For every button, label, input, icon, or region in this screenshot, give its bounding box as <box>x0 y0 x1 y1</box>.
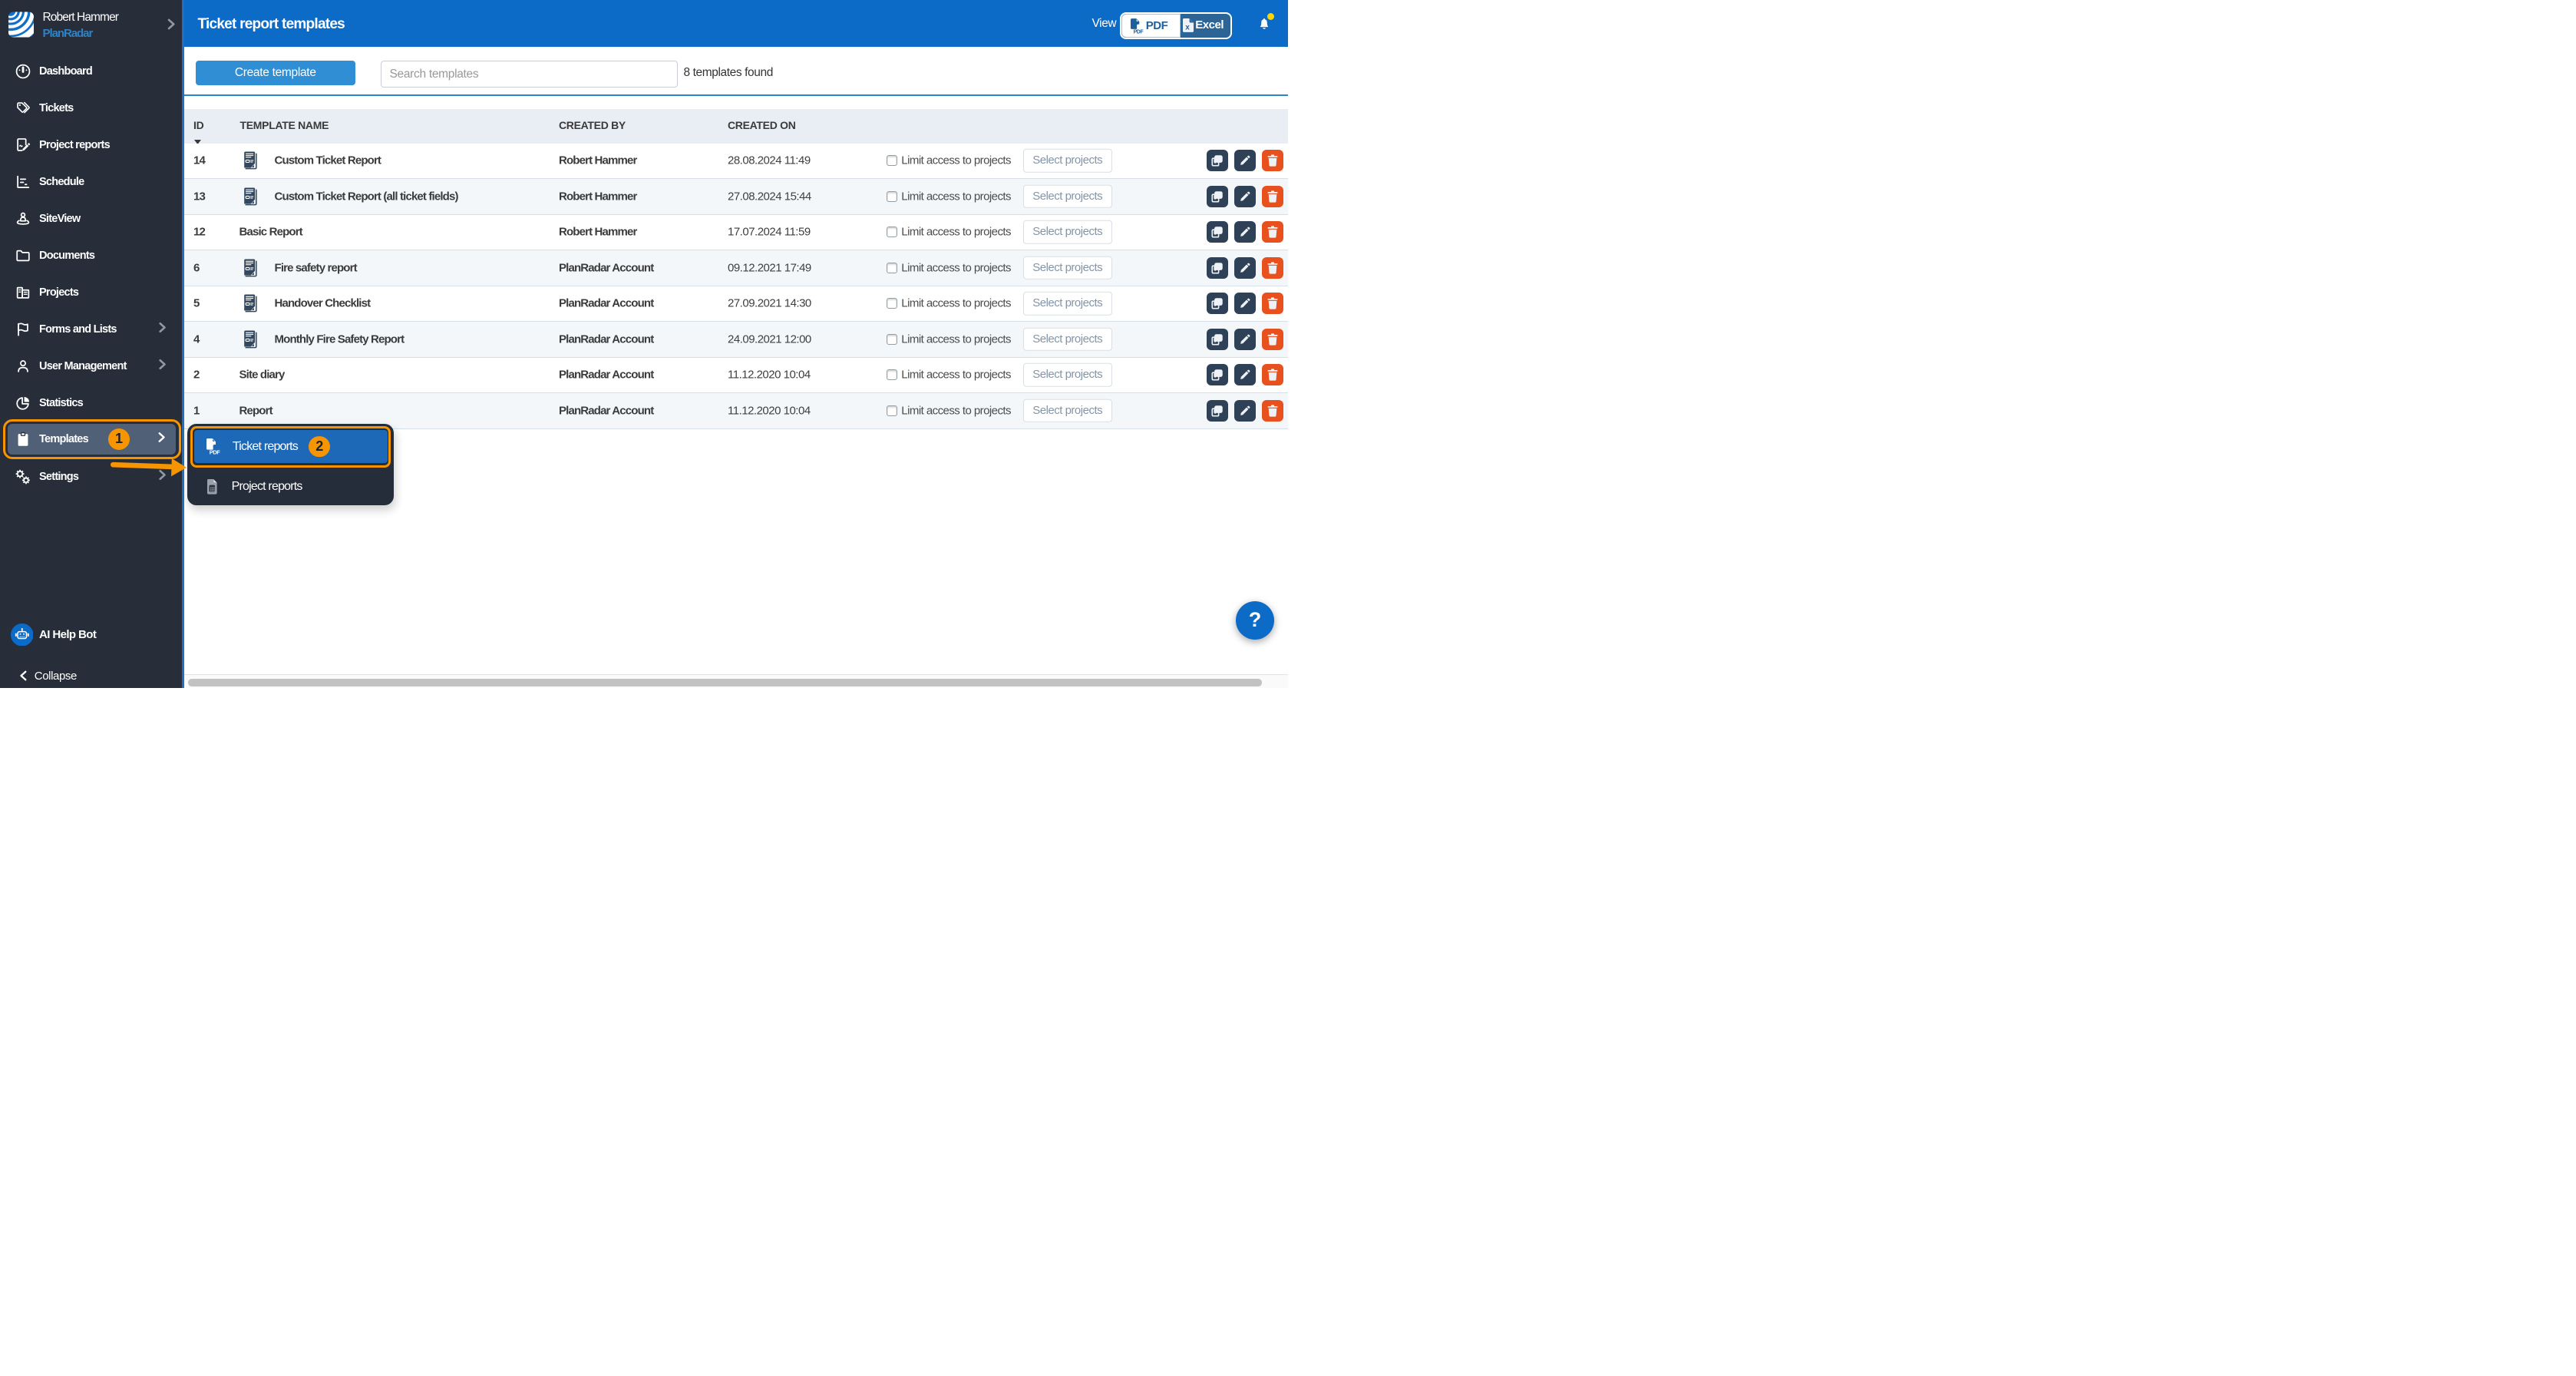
svg-text:PDF: PDF <box>210 449 220 456</box>
svg-text:x: x <box>1185 24 1190 32</box>
svg-text:PDF: PDF <box>1134 30 1144 35</box>
